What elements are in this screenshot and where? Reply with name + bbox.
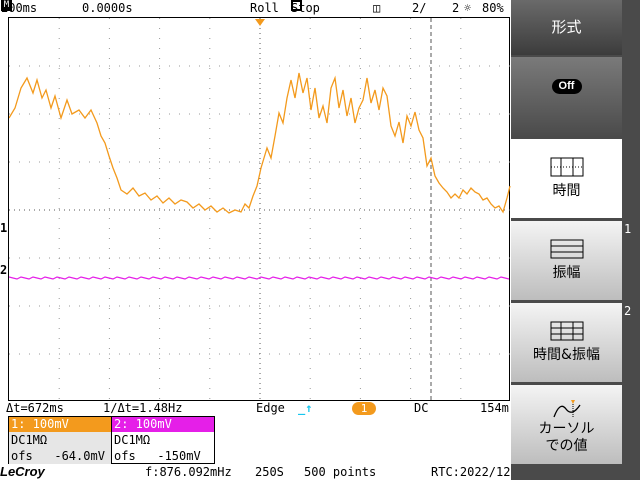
waveform-display[interactable] — [8, 17, 511, 402]
ch2-offset: ofs -150mV — [114, 449, 201, 463]
battery-level: 80% — [482, 1, 504, 15]
rising-edge-icon: _↑ — [298, 401, 313, 415]
amplitude-label: 振幅 — [552, 265, 581, 281]
trigger-source-badge[interactable]: 1 — [352, 402, 376, 415]
mode-icon: M — [1, 0, 12, 11]
measurement-row: Δt=672ms 1/Δt=1.48Hz Edge _↑ 1 DC 154m — [0, 401, 510, 416]
ch2-scale: 2: 100mV — [112, 417, 214, 432]
page-total: 2 — [452, 1, 460, 15]
menu-time-button[interactable]: 時間 — [511, 139, 622, 218]
frequency-readout: f:876.092mHz — [145, 465, 232, 479]
menu-time-amplitude-button[interactable]: 時間&振幅 — [511, 303, 622, 382]
side-edge-mark-1: 1 — [624, 222, 632, 236]
brand-logo: LeCroy — [0, 464, 45, 479]
side-menu: 形式 Off 時間 振幅 時間&振幅 カーソル での値 1 2 — [511, 0, 640, 480]
ch1-coupling: DC1MΩ — [9, 432, 111, 448]
cursor-value-label-line1: カーソル — [538, 421, 595, 437]
page-indicator: 2/ — [412, 1, 427, 15]
inverse-delta-t-readout: 1/Δt=1.48Hz — [103, 401, 183, 415]
ch1-offset: ofs -64.0mV — [9, 448, 111, 464]
menu-off-button[interactable]: Off — [511, 57, 622, 136]
side-edge-mark-2: 2 — [624, 304, 632, 318]
amplitude-cursor-icon — [550, 239, 583, 259]
ch2-settings-box[interactable]: 2: 100mV DC1MΩ ofs -150mV — [111, 416, 215, 464]
status-bar: M 200ms 0.0000s Roll Stop ◫ 2/ 2 ☼ 80% — [0, 0, 510, 16]
ch1-scale: 1: 100mV — [9, 417, 111, 432]
time-cursor-icon — [550, 157, 583, 177]
graticule — [9, 18, 511, 402]
time-amplitude-cursor-icon — [550, 321, 583, 341]
menu-title: 形式 — [511, 0, 622, 55]
trigger-coupling: DC — [414, 401, 429, 415]
trigger-type[interactable]: Edge — [256, 401, 285, 416]
off-label: Off — [551, 79, 582, 94]
roll-mode[interactable]: Roll — [250, 0, 279, 16]
time-amplitude-label: 時間&振幅 — [533, 347, 600, 363]
acquisition-state[interactable]: Stop — [291, 0, 320, 16]
ch1-ground-marker[interactable]: 1 — [0, 222, 7, 234]
trigger-level: 154m — [480, 401, 509, 415]
menu-cursor-value-button[interactable]: カーソル での値 — [511, 385, 622, 464]
ch1-settings-box[interactable]: 1: 100mV DC1MΩ ofs -64.0mV — [8, 416, 112, 464]
time-label: 時間 — [552, 183, 581, 199]
record-points: 500 points — [304, 465, 377, 479]
delta-t-readout: Δt=672ms — [6, 401, 64, 415]
ch2-coupling: DC1MΩ — [114, 433, 151, 447]
cursor-waveform-icon — [552, 400, 581, 418]
ch2-trace — [9, 276, 510, 280]
menu-amplitude-button[interactable]: 振幅 — [511, 221, 622, 300]
stop-icon — [291, 0, 302, 11]
brightness-icon: ☼ — [464, 1, 472, 15]
timebase-readout[interactable]: M 200ms — [1, 0, 37, 16]
page-icon: ◫ — [373, 1, 381, 15]
cursor-value-label-line2: での値 — [545, 438, 588, 454]
trigger-position-marker — [255, 19, 265, 26]
ch2-ground-marker[interactable]: 2 — [0, 264, 7, 276]
sample-count: 250S — [255, 465, 284, 479]
trigger-delay[interactable]: 0.0000s — [82, 0, 133, 16]
